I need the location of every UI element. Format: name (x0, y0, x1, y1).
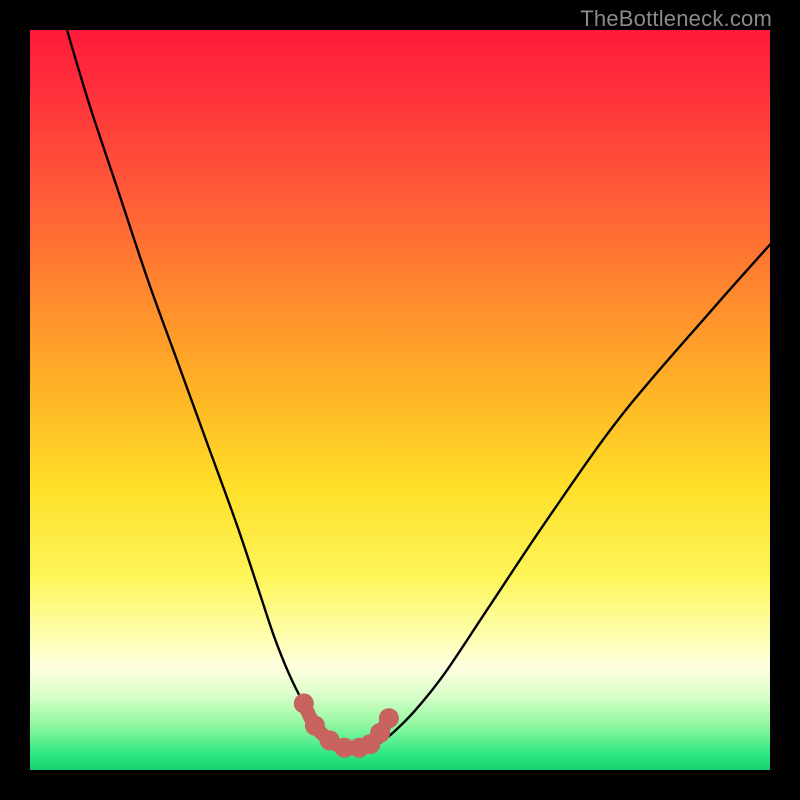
trough-marker-dot (294, 693, 314, 713)
attribution-text: TheBottleneck.com (580, 6, 772, 32)
trough-marker-dot (379, 708, 399, 728)
trough-marker-dot (305, 716, 325, 736)
bottleneck-curve (67, 30, 770, 749)
trough-marker-dots (294, 693, 399, 757)
chart-frame: TheBottleneck.com (0, 0, 800, 800)
plot-area (30, 30, 770, 770)
chart-svg (30, 30, 770, 770)
